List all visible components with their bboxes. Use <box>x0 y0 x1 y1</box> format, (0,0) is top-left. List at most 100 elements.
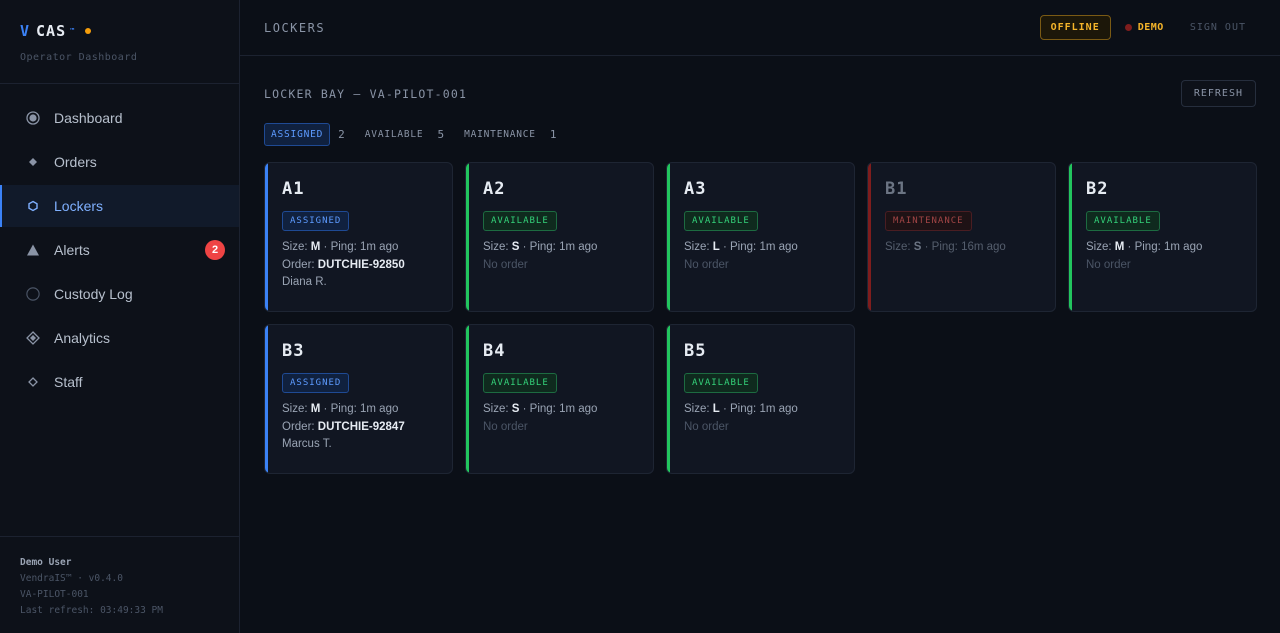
locker-id: A2 <box>483 179 506 199</box>
size-value: M <box>310 403 321 415</box>
size-value: M <box>1114 241 1125 253</box>
ping-label: · Ping: <box>1124 241 1164 253</box>
locker-card[interactable]: B1 MAINTENANCE Size: S · Ping: 16m ago <box>867 162 1056 312</box>
bay-title: LOCKER BAY — VA-PILOT-001 <box>264 86 468 101</box>
locker-meta: Size: S · Ping: 1m ago No order <box>483 401 653 436</box>
sidebar-item-analytics[interactable]: Analytics <box>0 317 239 359</box>
status-badge: AVAILABLE <box>684 211 758 231</box>
locker-id: B5 <box>684 341 707 361</box>
ping-label: · Ping: <box>320 241 360 253</box>
locker-card[interactable]: B5 AVAILABLE Size: L · Ping: 1m ago No o… <box>666 324 855 474</box>
ping-label: · Ping: <box>320 403 360 415</box>
site-id: VA-PILOT-001 <box>20 589 89 600</box>
locker-card[interactable]: B3 ASSIGNED Size: M · Ping: 1m ago Order… <box>264 324 453 474</box>
filter-assigned[interactable]: ASSIGNED 2 <box>264 122 345 146</box>
locker-card[interactable]: A2 AVAILABLE Size: S · Ping: 1m ago No o… <box>465 162 654 312</box>
alerts-count-badge: 2 <box>205 240 225 260</box>
size-ping-line: Size: S · Ping: 1m ago <box>483 401 653 419</box>
size-ping-line: Size: M · Ping: 1m ago <box>282 239 452 257</box>
demo-label: DEMO <box>1137 22 1164 33</box>
page-title: LOCKERS <box>264 20 326 35</box>
sidebar-item-label: Dashboard <box>54 110 123 126</box>
order-id: DUTCHIE-92847 <box>317 420 405 433</box>
brand-subtitle: Operator Dashboard <box>20 52 138 63</box>
locker-card[interactable]: B4 AVAILABLE Size: S · Ping: 1m ago No o… <box>465 324 654 474</box>
size-label: Size: <box>885 241 914 253</box>
last-refresh: Last refresh: 03:49:33 PM <box>20 605 163 616</box>
offline-status-button[interactable]: OFFLINE <box>1039 15 1111 40</box>
status-badge: AVAILABLE <box>1086 211 1160 231</box>
sidebar-item-custody-log[interactable]: Custody Log <box>0 273 239 315</box>
filter-maintenance[interactable]: MAINTENANCE 1 <box>458 124 556 145</box>
no-order-text: No order <box>483 420 528 433</box>
size-value: L <box>712 403 720 415</box>
customer-name: Diana R. <box>282 276 327 288</box>
sidebar-nav: Dashboard Orders Lockers Alerts 2 Custod… <box>0 97 239 403</box>
order-label: Order: <box>282 258 318 271</box>
main-content: LOCKER BAY — VA-PILOT-001 REFRESH ASSIGN… <box>264 56 1257 474</box>
locker-id: B1 <box>885 179 908 199</box>
size-ping-line: Size: M · Ping: 1m ago <box>1086 239 1256 257</box>
locker-id: B4 <box>483 341 506 361</box>
brand-trademark: ™ <box>70 27 76 35</box>
status-dot-icon <box>85 28 92 34</box>
orders-icon <box>26 155 40 169</box>
demo-indicator: DEMO <box>1124 22 1164 33</box>
filter-label: AVAILABLE <box>364 128 424 140</box>
filter-label: MAINTENANCE <box>464 128 536 140</box>
status-badge: MAINTENANCE <box>885 211 972 231</box>
status-badge: ASSIGNED <box>282 211 350 231</box>
sidebar-item-dashboard[interactable]: Dashboard <box>0 97 239 139</box>
sidebar: V CAS ™ Operator Dashboard Dashboard Ord… <box>0 0 240 633</box>
filter-count: 1 <box>549 127 557 141</box>
no-order-text: No order <box>1086 258 1131 271</box>
ping-value: 1m ago <box>559 241 598 253</box>
ping-value: 1m ago <box>759 241 798 253</box>
ping-value: 1m ago <box>559 403 598 415</box>
ping-label: · Ping: <box>719 241 760 253</box>
locker-meta: Size: L · Ping: 1m ago No order <box>684 239 854 274</box>
status-badge: AVAILABLE <box>483 373 557 393</box>
status-badge: AVAILABLE <box>684 373 758 393</box>
filter-available[interactable]: AVAILABLE 5 <box>359 124 444 145</box>
locker-card[interactable]: A3 AVAILABLE Size: L · Ping: 1m ago No o… <box>666 162 855 312</box>
order-id: DUTCHIE-92850 <box>317 258 405 271</box>
filter-count: 5 <box>437 127 445 141</box>
size-ping-line: Size: L · Ping: 1m ago <box>684 239 854 257</box>
demo-dot-icon <box>1124 24 1132 31</box>
app-version: VendraIS™ · v0.4.0 <box>20 573 123 584</box>
sidebar-item-staff[interactable]: Staff <box>0 361 239 403</box>
lockers-icon <box>26 199 40 213</box>
ping-value: 16m ago <box>961 241 1006 253</box>
size-label: Size: <box>483 403 512 415</box>
size-label: Size: <box>282 403 311 415</box>
no-order-text: No order <box>684 258 729 271</box>
status-badge: AVAILABLE <box>483 211 557 231</box>
sidebar-item-orders[interactable]: Orders <box>0 141 239 183</box>
locker-card[interactable]: A1 ASSIGNED Size: M · Ping: 1m ago Order… <box>264 162 453 312</box>
sign-out-button[interactable]: SIGN OUT <box>1190 22 1246 33</box>
refresh-button[interactable]: REFRESH <box>1180 80 1256 107</box>
filter-label: ASSIGNED <box>264 122 331 146</box>
size-value: M <box>310 241 321 253</box>
locker-id: B2 <box>1086 179 1109 199</box>
size-ping-line: Size: M · Ping: 1m ago <box>282 401 452 419</box>
sidebar-footer: Demo User VendraIS™ · v0.4.0 VA-PILOT-00… <box>0 536 239 633</box>
ping-value: 1m ago <box>360 241 399 253</box>
sidebar-item-alerts[interactable]: Alerts 2 <box>0 229 239 271</box>
size-label: Size: <box>1086 241 1115 253</box>
ping-value: 1m ago <box>1164 241 1203 253</box>
locker-id: A1 <box>282 179 305 199</box>
status-badge: ASSIGNED <box>282 373 350 393</box>
locker-meta: Size: M · Ping: 1m ago No order <box>1086 239 1256 274</box>
locker-meta: Size: M · Ping: 1m ago Order: DUTCHIE-92… <box>282 239 452 292</box>
sidebar-item-label: Custody Log <box>54 286 133 302</box>
sidebar-item-label: Analytics <box>54 330 111 346</box>
topbar-actions: OFFLINE DEMO SIGN OUT <box>1039 15 1256 40</box>
locker-card[interactable]: B2 AVAILABLE Size: M · Ping: 1m ago No o… <box>1068 162 1257 312</box>
sidebar-item-lockers[interactable]: Lockers <box>0 185 239 227</box>
bay-header: LOCKER BAY — VA-PILOT-001 REFRESH <box>264 80 1256 107</box>
brand-logo[interactable]: V CAS ™ <box>20 22 219 40</box>
status-filters: ASSIGNED 2 AVAILABLE 5 MAINTENANCE 1 <box>264 122 1256 146</box>
sidebar-item-label: Staff <box>54 374 83 390</box>
